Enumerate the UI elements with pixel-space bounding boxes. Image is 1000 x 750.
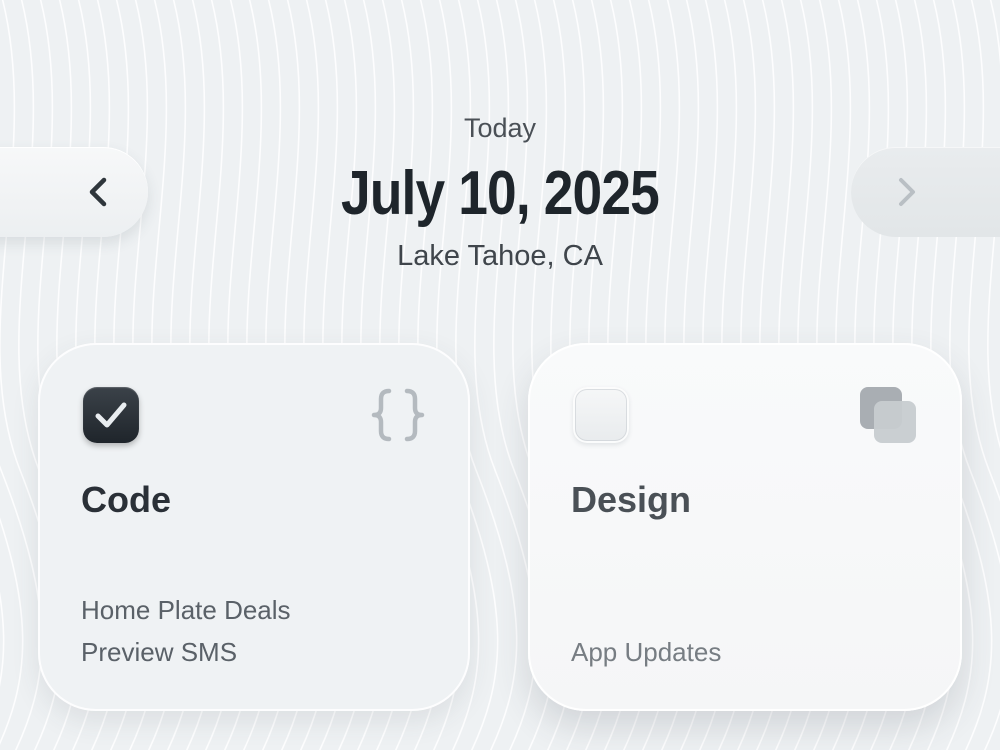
card-item[interactable]: Home Plate Deals	[81, 589, 291, 631]
layers-icon	[860, 387, 916, 443]
date-title: July 10, 2025	[341, 159, 660, 228]
card-title: Design	[571, 479, 692, 520]
card-items: Home Plate Deals Preview SMS	[81, 589, 291, 673]
card-items: App Updates	[571, 631, 721, 673]
next-day-button[interactable]	[851, 147, 1000, 237]
chevron-right-icon	[899, 178, 915, 206]
location-label: Lake Tahoe, CA	[397, 240, 603, 272]
curly-braces-icon	[371, 388, 425, 442]
card-item[interactable]: App Updates	[571, 631, 721, 673]
today-label: Today	[463, 113, 537, 143]
code-checkbox[interactable]	[83, 387, 139, 443]
code-card[interactable]: Code Home Plate Deals Preview SMS	[38, 343, 470, 711]
design-card[interactable]: Design App Updates	[528, 343, 962, 711]
checkmark-icon	[95, 402, 127, 428]
previous-day-button[interactable]	[0, 147, 148, 237]
card-item[interactable]: Preview SMS	[81, 631, 291, 673]
card-title: Code	[81, 479, 171, 520]
design-checkbox[interactable]	[573, 387, 629, 443]
chevron-left-icon	[89, 177, 107, 207]
